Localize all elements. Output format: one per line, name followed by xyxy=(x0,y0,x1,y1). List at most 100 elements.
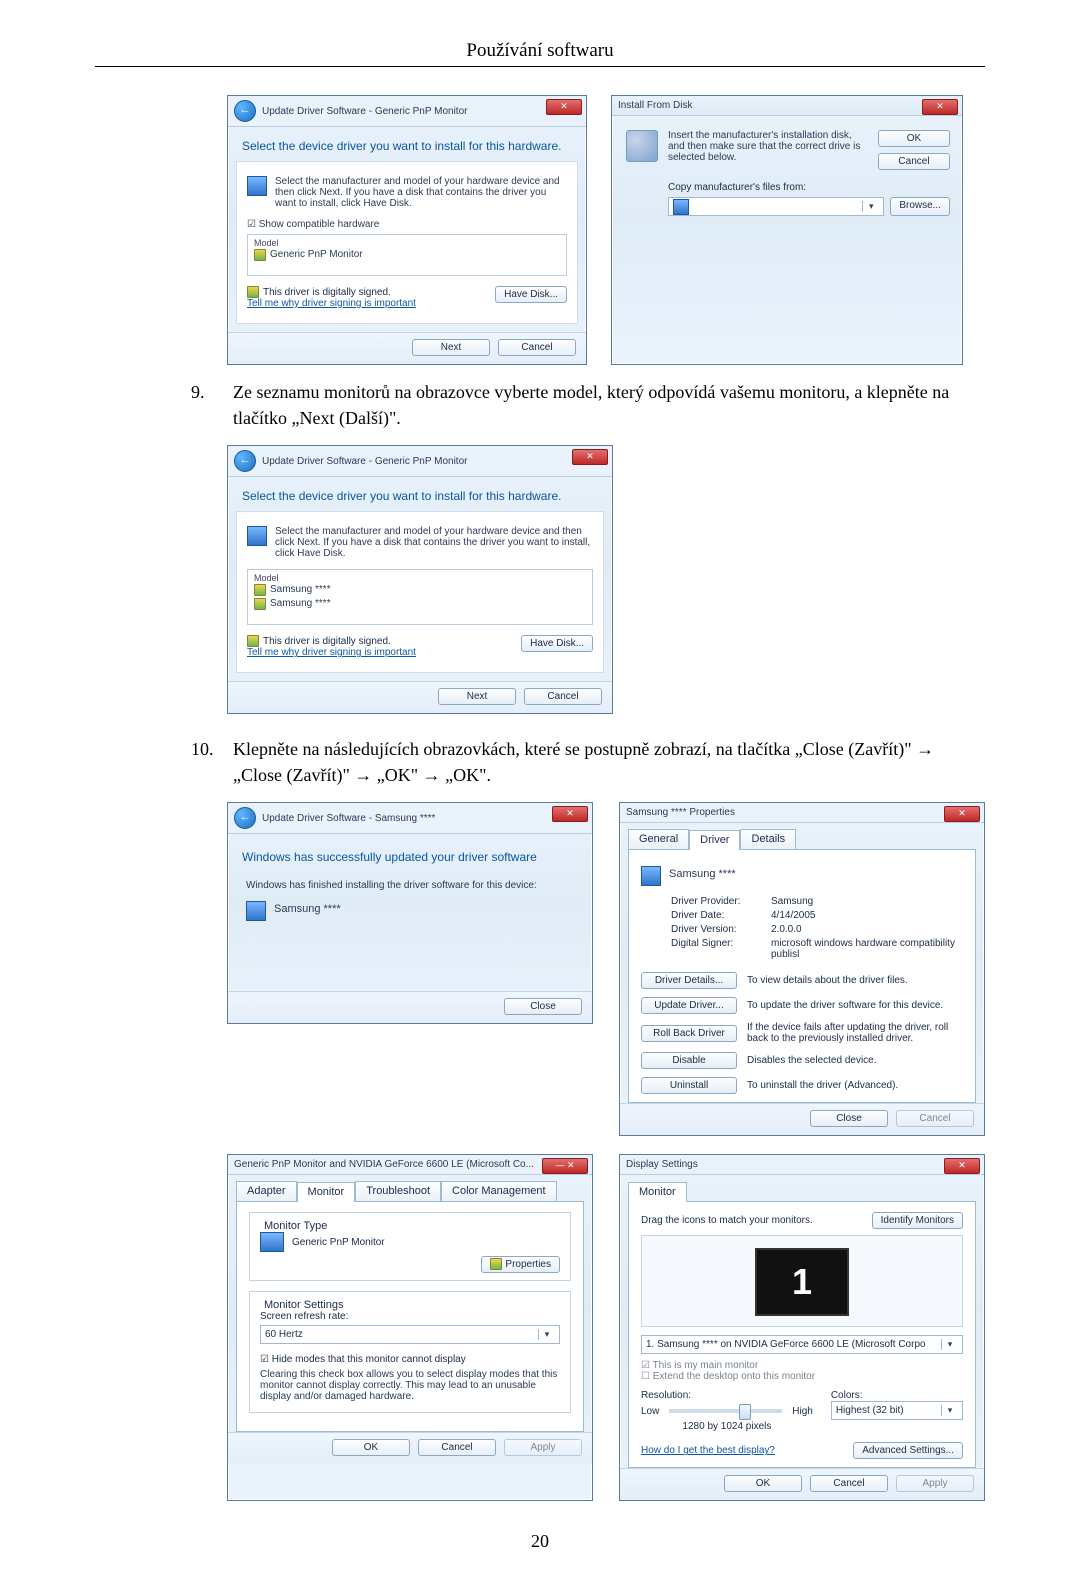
step-text: Klepněte na následujících obrazovkách, k… xyxy=(233,736,985,788)
apply-button: Apply xyxy=(504,1439,582,1456)
list-item[interactable]: Samsung **** xyxy=(254,597,586,611)
ok-button[interactable]: OK xyxy=(878,130,950,147)
back-button[interactable]: ← xyxy=(234,807,256,829)
hide-modes-label: Hide modes that this monitor cannot disp… xyxy=(272,1354,466,1365)
back-button[interactable]: ← xyxy=(234,100,256,122)
model-name: Samsung **** xyxy=(270,597,331,611)
back-button[interactable]: ← xyxy=(234,450,256,472)
resolution-value: 1280 by 1024 pixels xyxy=(641,1421,813,1432)
shield-icon xyxy=(490,1258,502,1270)
have-disk-button[interactable]: Have Disk... xyxy=(521,635,593,652)
tab-color-management[interactable]: Color Management xyxy=(441,1181,557,1201)
checkbox-icon[interactable]: ☑ xyxy=(260,1354,269,1365)
list-item[interactable]: Samsung **** xyxy=(254,583,586,597)
close-icon[interactable]: ✕ xyxy=(546,99,582,115)
step-text: Ze seznamu monitorů na obrazovce vyberte… xyxy=(233,379,985,431)
monitor-number: 1 xyxy=(792,1261,812,1303)
extend-desktop-label: Extend the desktop onto this monitor xyxy=(653,1371,815,1382)
tab-driver[interactable]: Driver xyxy=(689,830,740,850)
tab-troubleshoot[interactable]: Troubleshoot xyxy=(355,1181,441,1201)
model-name: Generic PnP Monitor xyxy=(270,248,363,262)
monitor-select[interactable]: 1. Samsung **** on NVIDIA GeForce 6600 L… xyxy=(641,1335,963,1354)
drag-hint: Drag the icons to match your monitors. xyxy=(641,1215,813,1226)
shield-icon xyxy=(247,635,259,647)
signing-link[interactable]: Tell me why driver signing is important xyxy=(247,298,416,309)
update-driver-button[interactable]: Update Driver... xyxy=(641,997,737,1014)
colors-label: Colors: xyxy=(831,1390,963,1401)
value: 2.0.0.0 xyxy=(771,924,963,935)
monitor-preview[interactable]: 1 xyxy=(755,1248,849,1316)
chevron-down-icon[interactable]: ▾ xyxy=(941,1339,958,1350)
breadcrumb: Update Driver Software - Samsung **** xyxy=(262,813,435,824)
uninstall-button[interactable]: Uninstall xyxy=(641,1077,737,1094)
resolution-label: Resolution: xyxy=(641,1390,813,1401)
value: Samsung xyxy=(771,896,963,907)
model-name: Samsung **** xyxy=(270,583,331,597)
close-button[interactable]: Close xyxy=(810,1110,888,1127)
section-title: Používání softwaru xyxy=(95,40,985,67)
update-driver-samsung-window: ✕ ← Update Driver Software - Generic PnP… xyxy=(227,445,613,714)
page-number: 20 xyxy=(95,1531,985,1552)
signed-label: This driver is digitally signed. xyxy=(263,636,391,647)
desc: If the device fails after updating the d… xyxy=(747,1022,963,1044)
disable-button[interactable]: Disable xyxy=(641,1052,737,1069)
cancel-button[interactable]: Cancel xyxy=(498,339,576,356)
tab-monitor[interactable]: Monitor xyxy=(297,1182,356,1202)
signed-label: This driver is digitally signed. xyxy=(263,287,391,298)
roll-back-button[interactable]: Roll Back Driver xyxy=(641,1025,737,1042)
close-icon[interactable]: ✕ xyxy=(922,99,958,115)
chevron-down-icon[interactable]: ▾ xyxy=(941,1405,958,1416)
device-icon xyxy=(641,866,661,886)
display-settings-window: ✕ Display Settings Monitor Drag the icon… xyxy=(619,1154,985,1501)
signing-link[interactable]: Tell me why driver signing is important xyxy=(247,647,416,658)
chevron-down-icon[interactable]: ▾ xyxy=(862,201,879,212)
driver-details-button[interactable]: Driver Details... xyxy=(641,972,737,989)
update-driver-generic-window: ✕ ← Update Driver Software - Generic PnP… xyxy=(227,95,587,365)
label: Driver Version: xyxy=(671,924,771,935)
path-field[interactable]: ▾ xyxy=(668,197,884,216)
best-display-link[interactable]: How do I get the best display? xyxy=(641,1445,775,1456)
properties-button[interactable]: Properties xyxy=(481,1256,560,1273)
cancel-button[interactable]: Cancel xyxy=(524,688,602,705)
close-icon[interactable]: ✕ xyxy=(944,806,980,822)
wizard-heading: Select the device driver you want to ins… xyxy=(242,489,598,503)
advanced-settings-button[interactable]: Advanced Settings... xyxy=(853,1442,963,1459)
next-button[interactable]: Next xyxy=(412,339,490,356)
cancel-button[interactable]: Cancel xyxy=(418,1439,496,1456)
monitor-adapter-properties-window: — ✕ Generic PnP Monitor and NVIDIA GeFor… xyxy=(227,1154,593,1501)
close-icon[interactable]: ✕ xyxy=(552,806,588,822)
monitor-icon xyxy=(260,1232,284,1252)
close-icon[interactable]: ✕ xyxy=(572,449,608,465)
refresh-select[interactable]: 60 Hertz ▾ xyxy=(260,1325,560,1344)
shield-icon xyxy=(254,598,266,610)
colors-select[interactable]: Highest (32 bit) ▾ xyxy=(831,1401,963,1420)
window-title: Install From Disk xyxy=(618,100,692,111)
tab-details[interactable]: Details xyxy=(740,829,796,849)
colors-value: Highest (32 bit) xyxy=(836,1405,904,1416)
next-button[interactable]: Next xyxy=(438,688,516,705)
success-heading: Windows has successfully updated your dr… xyxy=(242,850,578,864)
identify-button[interactable]: Identify Monitors xyxy=(872,1212,963,1229)
tab-general[interactable]: General xyxy=(628,829,689,849)
browse-button[interactable]: Browse... xyxy=(890,197,950,216)
cancel-button[interactable]: Cancel xyxy=(878,153,950,170)
driver-properties-window: ✕ Samsung **** Properties General Driver… xyxy=(619,802,985,1136)
checkbox-icon: ☑ xyxy=(641,1360,650,1371)
window-title: Samsung **** Properties xyxy=(626,807,735,818)
chevron-down-icon[interactable]: ▾ xyxy=(538,1329,555,1340)
close-icon[interactable]: — ✕ xyxy=(542,1158,588,1174)
close-button[interactable]: Close xyxy=(504,998,582,1015)
ok-button[interactable]: OK xyxy=(724,1475,802,1492)
wizard-hint: Select the manufacturer and model of you… xyxy=(275,526,593,559)
tab-monitor[interactable]: Monitor xyxy=(628,1182,687,1202)
device-icon xyxy=(247,526,267,546)
close-icon[interactable]: ✕ xyxy=(944,1158,980,1174)
checkbox-icon[interactable]: ☑ xyxy=(247,219,256,230)
desc: To update the driver software for this d… xyxy=(747,1000,963,1011)
resolution-slider[interactable] xyxy=(669,1409,782,1413)
have-disk-button[interactable]: Have Disk... xyxy=(495,286,567,303)
tab-adapter[interactable]: Adapter xyxy=(236,1181,297,1201)
list-item[interactable]: Generic PnP Monitor xyxy=(254,248,560,262)
cancel-button[interactable]: Cancel xyxy=(810,1475,888,1492)
ok-button[interactable]: OK xyxy=(332,1439,410,1456)
